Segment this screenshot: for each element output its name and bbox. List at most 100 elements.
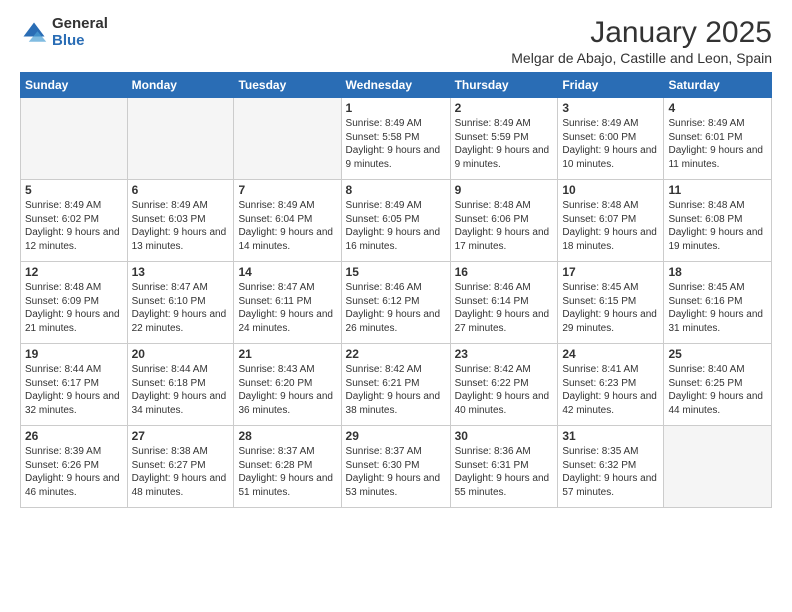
day-number: 11 <box>668 183 767 197</box>
col-sunday: Sunday <box>21 73 128 98</box>
logo-blue: Blue <box>52 33 108 50</box>
col-saturday: Saturday <box>664 73 772 98</box>
day-info: Sunrise: 8:49 AM Sunset: 6:02 PM Dayligh… <box>25 199 123 253</box>
day-number: 9 <box>455 183 554 197</box>
day-cell: 28 Sunrise: 8:37 AM Sunset: 6:28 PM Dayli… <box>234 426 341 508</box>
logo: General Blue <box>20 16 108 49</box>
col-monday: Monday <box>127 73 234 98</box>
day-cell: 4 Sunrise: 8:49 AM Sunset: 6:01 PM Daylig… <box>664 98 772 180</box>
calendar-subtitle: Melgar de Abajo, Castille and Leon, Spai… <box>511 50 772 66</box>
day-number: 12 <box>25 265 123 279</box>
day-info: Sunrise: 8:44 AM Sunset: 6:17 PM Dayligh… <box>25 363 123 417</box>
day-info: Sunrise: 8:36 AM Sunset: 6:31 PM Dayligh… <box>455 445 554 499</box>
day-number: 17 <box>562 265 659 279</box>
day-info: Sunrise: 8:46 AM Sunset: 6:12 PM Dayligh… <box>346 281 446 335</box>
day-number: 8 <box>346 183 446 197</box>
day-number: 29 <box>346 429 446 443</box>
day-info: Sunrise: 8:49 AM Sunset: 6:00 PM Dayligh… <box>562 117 659 171</box>
day-number: 5 <box>25 183 123 197</box>
day-info: Sunrise: 8:45 AM Sunset: 6:16 PM Dayligh… <box>668 281 767 335</box>
day-cell: 9Sunrise: 8:48 AM Sunset: 6:06 PM Daylig… <box>450 180 558 262</box>
day-cell: 10Sunrise: 8:48 AM Sunset: 6:07 PM Dayli… <box>558 180 664 262</box>
calendar-table: Sunday Monday Tuesday Wednesday Thursday… <box>20 72 772 508</box>
day-number: 26 <box>25 429 123 443</box>
day-number: 28 <box>238 429 336 443</box>
day-cell: 15 Sunrise: 8:46 AM Sunset: 6:12 PM Dayli… <box>341 262 450 344</box>
day-cell: 18 Sunrise: 8:45 AM Sunset: 6:16 PM Dayli… <box>664 262 772 344</box>
day-cell: 17 Sunrise: 8:45 AM Sunset: 6:15 PM Dayli… <box>558 262 664 344</box>
day-cell: 16 Sunrise: 8:46 AM Sunset: 6:14 PM Dayli… <box>450 262 558 344</box>
day-cell: 21Sunrise: 8:43 AM Sunset: 6:20 PM Dayli… <box>234 344 341 426</box>
logo-general: General <box>52 16 108 33</box>
day-info: Sunrise: 8:37 AM Sunset: 6:30 PM Dayligh… <box>346 445 446 499</box>
day-cell: 7 Sunrise: 8:49 AM Sunset: 6:04 PM Daylig… <box>234 180 341 262</box>
day-info: Sunrise: 8:38 AM Sunset: 6:27 PM Dayligh… <box>132 445 230 499</box>
day-number: 13 <box>132 265 230 279</box>
day-info: Sunrise: 8:42 AM Sunset: 6:21 PM Dayligh… <box>346 363 446 417</box>
day-cell: 29 Sunrise: 8:37 AM Sunset: 6:30 PM Dayli… <box>341 426 450 508</box>
day-info: Sunrise: 8:35 AM Sunset: 6:32 PM Dayligh… <box>562 445 659 499</box>
day-number: 6 <box>132 183 230 197</box>
day-number: 3 <box>562 101 659 115</box>
day-info: Sunrise: 8:47 AM Sunset: 6:11 PM Dayligh… <box>238 281 336 335</box>
day-info: Sunrise: 8:37 AM Sunset: 6:28 PM Dayligh… <box>238 445 336 499</box>
day-cell <box>127 98 234 180</box>
page: General Blue January 2025 Melgar de Abaj… <box>0 0 792 612</box>
day-number: 21 <box>238 347 336 361</box>
day-number: 14 <box>238 265 336 279</box>
day-info: Sunrise: 8:39 AM Sunset: 6:26 PM Dayligh… <box>25 445 123 499</box>
day-cell: 3 Sunrise: 8:49 AM Sunset: 6:00 PM Daylig… <box>558 98 664 180</box>
day-number: 15 <box>346 265 446 279</box>
day-info: Sunrise: 8:49 AM Sunset: 6:01 PM Dayligh… <box>668 117 767 171</box>
day-cell: 24 Sunrise: 8:41 AM Sunset: 6:23 PM Dayli… <box>558 344 664 426</box>
day-cell: 11Sunrise: 8:48 AM Sunset: 6:08 PM Dayli… <box>664 180 772 262</box>
logo-text: General Blue <box>52 16 108 49</box>
day-info: Sunrise: 8:41 AM Sunset: 6:23 PM Dayligh… <box>562 363 659 417</box>
day-number: 1 <box>346 101 446 115</box>
day-number: 4 <box>668 101 767 115</box>
calendar-title: January 2025 <box>511 16 772 50</box>
day-info: Sunrise: 8:49 AM Sunset: 6:04 PM Dayligh… <box>238 199 336 253</box>
week-row-5: 26 Sunrise: 8:39 AM Sunset: 6:26 PM Dayli… <box>21 426 772 508</box>
day-cell: 30Sunrise: 8:36 AM Sunset: 6:31 PM Dayli… <box>450 426 558 508</box>
day-info: Sunrise: 8:48 AM Sunset: 6:07 PM Dayligh… <box>562 199 659 253</box>
day-cell: 12 Sunrise: 8:48 AM Sunset: 6:09 PM Dayli… <box>21 262 128 344</box>
day-info: Sunrise: 8:49 AM Sunset: 5:58 PM Dayligh… <box>346 117 446 171</box>
header-row: Sunday Monday Tuesday Wednesday Thursday… <box>21 73 772 98</box>
day-number: 7 <box>238 183 336 197</box>
day-number: 16 <box>455 265 554 279</box>
day-cell: 31Sunrise: 8:35 AM Sunset: 6:32 PM Dayli… <box>558 426 664 508</box>
col-tuesday: Tuesday <box>234 73 341 98</box>
day-cell: 5 Sunrise: 8:49 AM Sunset: 6:02 PM Daylig… <box>21 180 128 262</box>
title-block: January 2025 Melgar de Abajo, Castille a… <box>511 16 772 66</box>
day-cell: 22 Sunrise: 8:42 AM Sunset: 6:21 PM Dayli… <box>341 344 450 426</box>
day-info: Sunrise: 8:47 AM Sunset: 6:10 PM Dayligh… <box>132 281 230 335</box>
day-number: 27 <box>132 429 230 443</box>
day-cell <box>234 98 341 180</box>
day-cell: 26 Sunrise: 8:39 AM Sunset: 6:26 PM Dayli… <box>21 426 128 508</box>
week-row-2: 5 Sunrise: 8:49 AM Sunset: 6:02 PM Daylig… <box>21 180 772 262</box>
day-cell: 1 Sunrise: 8:49 AM Sunset: 5:58 PM Daylig… <box>341 98 450 180</box>
day-info: Sunrise: 8:49 AM Sunset: 6:03 PM Dayligh… <box>132 199 230 253</box>
day-number: 18 <box>668 265 767 279</box>
day-cell: 27 Sunrise: 8:38 AM Sunset: 6:27 PM Dayli… <box>127 426 234 508</box>
col-wednesday: Wednesday <box>341 73 450 98</box>
day-number: 22 <box>346 347 446 361</box>
day-number: 24 <box>562 347 659 361</box>
day-info: Sunrise: 8:42 AM Sunset: 6:22 PM Dayligh… <box>455 363 554 417</box>
day-number: 20 <box>132 347 230 361</box>
day-cell: 13 Sunrise: 8:47 AM Sunset: 6:10 PM Dayli… <box>127 262 234 344</box>
col-friday: Friday <box>558 73 664 98</box>
day-number: 2 <box>455 101 554 115</box>
day-cell: 14 Sunrise: 8:47 AM Sunset: 6:11 PM Dayli… <box>234 262 341 344</box>
week-row-3: 12 Sunrise: 8:48 AM Sunset: 6:09 PM Dayli… <box>21 262 772 344</box>
logo-icon <box>20 19 48 47</box>
day-number: 25 <box>668 347 767 361</box>
day-info: Sunrise: 8:46 AM Sunset: 6:14 PM Dayligh… <box>455 281 554 335</box>
header: General Blue January 2025 Melgar de Abaj… <box>20 16 772 66</box>
day-number: 23 <box>455 347 554 361</box>
day-info: Sunrise: 8:48 AM Sunset: 6:09 PM Dayligh… <box>25 281 123 335</box>
day-info: Sunrise: 8:49 AM Sunset: 5:59 PM Dayligh… <box>455 117 554 171</box>
day-info: Sunrise: 8:45 AM Sunset: 6:15 PM Dayligh… <box>562 281 659 335</box>
week-row-1: 1 Sunrise: 8:49 AM Sunset: 5:58 PM Daylig… <box>21 98 772 180</box>
